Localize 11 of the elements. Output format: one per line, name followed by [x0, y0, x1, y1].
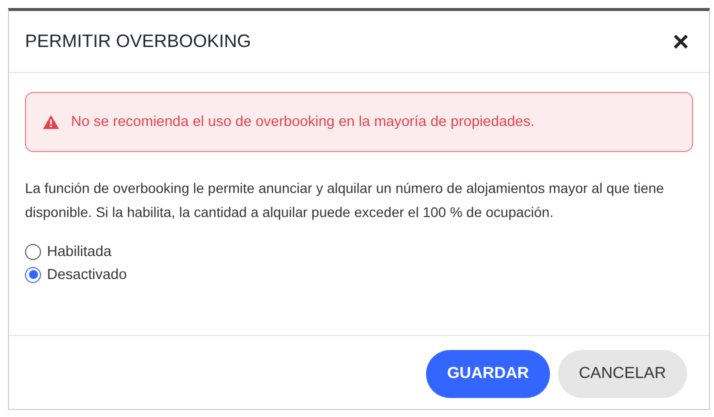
radio-label: Habilitada: [47, 244, 112, 260]
description-text: La función de overbooking le permite anunciar y alquilar un número de alojamientos mayor al que tiene disponible. Si la habilita, la cantidad a alquilar puede exceder el 100 % de ocupación.: [25, 179, 665, 222]
dialog-title: PERMITIR OVERBOOKING: [25, 31, 252, 52]
radio-label: Desactivado: [47, 266, 127, 282]
save-button[interactable]: GUARDAR: [426, 350, 550, 398]
close-button[interactable]: ×: [668, 28, 693, 56]
warning-icon: [43, 115, 59, 129]
cancel-button[interactable]: CANCELAR: [558, 350, 687, 398]
warning-text: No se recomienda el uso de overbooking en la mayoría de propiedades.: [71, 114, 534, 130]
radio-button[interactable]: [25, 266, 41, 282]
radio-button[interactable]: [25, 244, 41, 260]
